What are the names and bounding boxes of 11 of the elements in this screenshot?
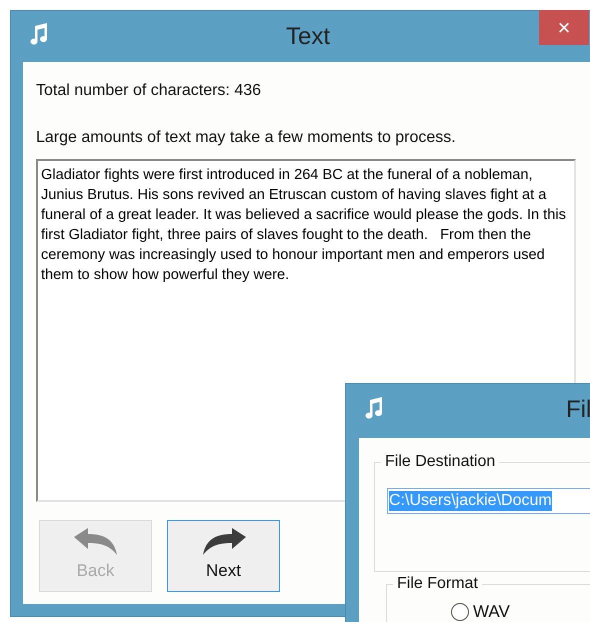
curved-right-arrow-icon <box>202 528 246 556</box>
music-note-icon <box>29 23 49 45</box>
curved-left-arrow-icon <box>74 528 118 556</box>
next-button[interactable]: Next <box>167 520 280 592</box>
process-notice: Large amounts of text may take a few moments to process. <box>36 128 457 148</box>
window-title: Text <box>286 22 330 52</box>
close-button[interactable]: × <box>539 10 589 45</box>
selected-path-text: C:\Users\jackie\Docum <box>389 491 552 511</box>
format-radio[interactable]: WAV <box>451 599 510 622</box>
music-note-icon <box>364 397 384 419</box>
character-count: Total number of characters: 436 <box>36 81 262 101</box>
